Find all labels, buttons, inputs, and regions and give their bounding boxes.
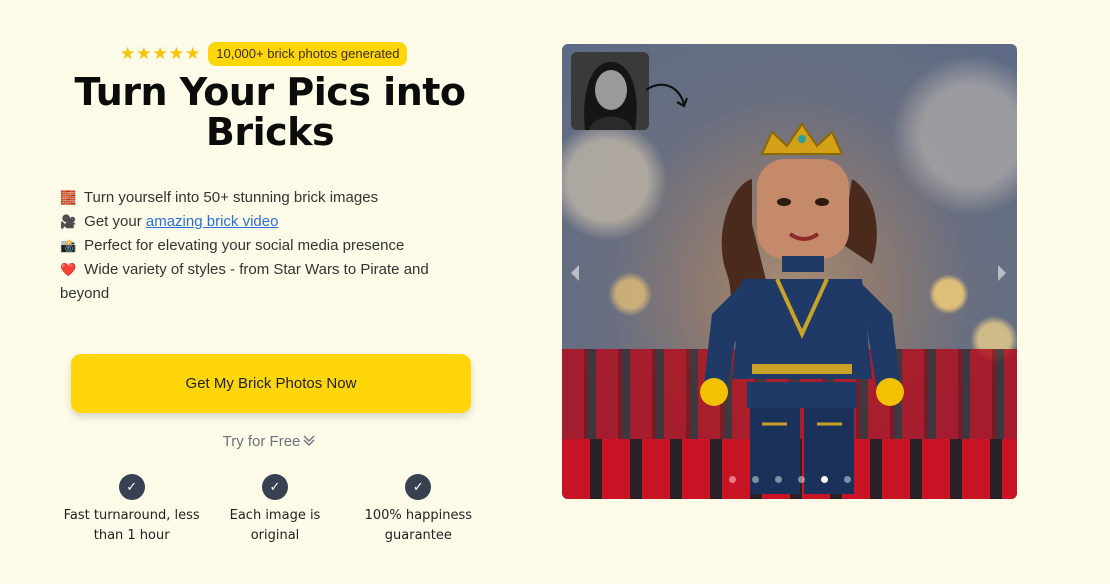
feature-text: Turn yourself into 50+ stunning brick im… (83, 189, 379, 206)
brick-video-link[interactable]: amazing brick video (146, 213, 279, 230)
feature-item: ❤️ Wide variety of styles - from Star Wa… (60, 258, 460, 306)
carousel-dot[interactable] (751, 476, 759, 483)
feature-list: 🧱 Turn yourself into 50+ stunning brick … (60, 186, 460, 306)
double-chevron-down-icon (301, 432, 317, 452)
video-camera-icon: 🎥 (60, 214, 77, 229)
carousel-dot[interactable] (797, 476, 805, 483)
guarantee-text: Each image is original (203, 506, 346, 546)
heart-icon: ❤️ (60, 262, 77, 277)
guarantee-list: ✓ Fast turnaround, less than 1 hour ✓ Ea… (60, 474, 490, 546)
carousel-dot[interactable] (820, 476, 828, 483)
curved-arrow-icon (645, 83, 689, 108)
star-icon: ★ (152, 44, 168, 63)
star-icon: ★ (136, 44, 152, 63)
get-brick-photos-button[interactable]: Get My Brick Photos Now (71, 354, 471, 413)
star-icon: ★ (185, 44, 201, 63)
feature-text: Get your (84, 213, 146, 230)
try-for-free-label: Try for Free (222, 432, 301, 450)
generated-count-badge: 10,000+ brick photos generated (208, 42, 408, 66)
brick-minifigure-image (700, 122, 904, 494)
chevron-right-icon (998, 265, 1006, 281)
chevron-left-icon (571, 265, 579, 281)
guarantee-text: 100% happiness guarantee (347, 506, 490, 546)
star-icon: ★ (120, 44, 136, 63)
carousel-next-button[interactable] (993, 262, 1011, 284)
feature-text: Wide variety of styles - from Star Wars … (60, 261, 429, 302)
guarantee-item: ✓ 100% happiness guarantee (347, 474, 490, 546)
source-portrait-thumbnail (571, 52, 649, 130)
star-rating-icons: ★ ★ ★ ★ ★ (120, 45, 200, 63)
guarantee-item: ✓ Each image is original (203, 474, 346, 546)
hero-left: ★ ★ ★ ★ ★ 10,000+ brick photos generated… (60, 0, 480, 584)
guarantee-line: original (250, 528, 300, 543)
camera-icon: 📸 (60, 238, 77, 253)
carousel-dot[interactable] (843, 476, 851, 483)
star-icon: ★ (168, 44, 184, 63)
page: ★ ★ ★ ★ ★ 10,000+ brick photos generated… (0, 0, 1110, 584)
brick-icon: 🧱 (60, 190, 77, 205)
rating-row: ★ ★ ★ ★ ★ 10,000+ brick photos generated (120, 42, 408, 66)
guarantee-item: ✓ Fast turnaround, less than 1 hour (60, 474, 203, 546)
example-image-carousel[interactable] (562, 44, 1017, 499)
guarantee-line: Fast turnaround, less (63, 508, 200, 523)
carousel-dot[interactable] (728, 476, 736, 483)
guarantee-line: 100% happiness (364, 508, 473, 523)
carousel-prev-button[interactable] (566, 262, 584, 284)
guarantee-line: than 1 hour (93, 528, 170, 543)
guarantee-line: guarantee (384, 528, 452, 543)
page-title: Turn Your Pics into Bricks (74, 70, 466, 154)
guarantee-text: Fast turnaround, less than 1 hour (60, 506, 203, 546)
feature-item: 🎥 Get your amazing brick video (60, 210, 460, 234)
carousel-dots (562, 476, 1017, 483)
feature-item: 📸 Perfect for elevating your social medi… (60, 234, 460, 258)
feature-text: Perfect for elevating your social media … (84, 237, 405, 254)
check-icon: ✓ (118, 474, 145, 500)
check-icon: ✓ (405, 474, 432, 500)
feature-item: 🧱 Turn yourself into 50+ stunning brick … (60, 186, 460, 210)
check-icon: ✓ (261, 474, 288, 500)
carousel-dot[interactable] (774, 476, 782, 483)
try-for-free-link[interactable]: Try for Free (60, 432, 480, 452)
guarantee-line: Each image is (229, 508, 321, 523)
